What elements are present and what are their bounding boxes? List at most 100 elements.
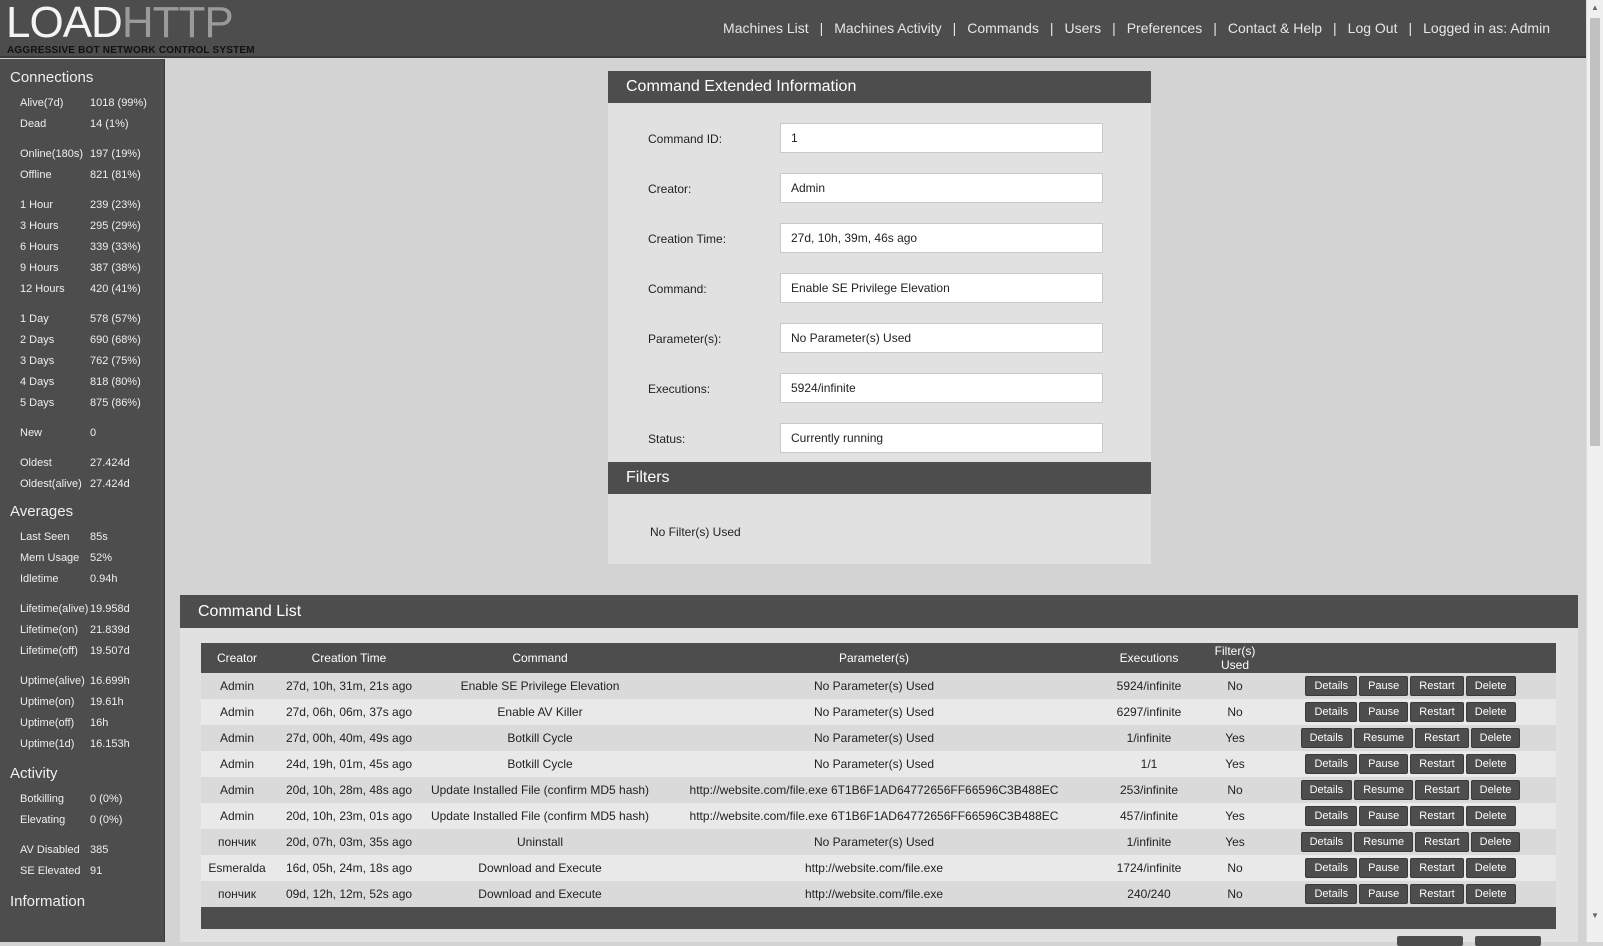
- delete-button[interactable]: Delete: [1470, 728, 1521, 748]
- details-button[interactable]: Details: [1305, 676, 1358, 696]
- cell-time: 16d, 05h, 24m, 18s ago: [273, 855, 425, 881]
- cell-creator: Admin: [201, 673, 273, 699]
- table-row: Admin 24d, 19h, 01m, 45s ago Botkill Cycle…: [201, 751, 1556, 777]
- stat-label: Lifetime(on): [20, 624, 79, 636]
- toggle-state-button[interactable]: Resume: [1354, 832, 1414, 852]
- column-header: Filter(s) Used: [1205, 643, 1265, 673]
- delete-button[interactable]: Delete: [1465, 884, 1516, 904]
- toggle-state-button[interactable]: Resume: [1354, 728, 1414, 748]
- details-button[interactable]: Details: [1305, 806, 1358, 826]
- nav-machines-activity[interactable]: Machines Activity: [834, 20, 941, 36]
- cell-creator: Admin: [201, 699, 273, 725]
- filters-panel: No Filter(s) Used: [608, 494, 1151, 564]
- restart-button[interactable]: Restart: [1410, 676, 1464, 696]
- connection-stat-row: 6 Hours 339 (33%): [20, 241, 141, 253]
- form-row: Creator:: [648, 173, 1108, 203]
- nav-commands[interactable]: Commands: [967, 20, 1039, 36]
- toggle-state-button[interactable]: Pause: [1359, 806, 1409, 826]
- delete-button[interactable]: Delete: [1465, 858, 1516, 878]
- toggle-state-button[interactable]: Pause: [1359, 676, 1409, 696]
- connection-stat-row: Oldest(alive) 27.424d: [20, 478, 130, 490]
- nav-machines-list[interactable]: Machines List: [723, 20, 809, 36]
- restart-button[interactable]: Restart: [1410, 884, 1464, 904]
- average-stat-row: Lifetime(on) 21.839d: [20, 624, 130, 636]
- cell-command: Download and Execute: [425, 881, 655, 907]
- field-label: Creator:: [648, 182, 692, 196]
- details-button[interactable]: Details: [1300, 728, 1353, 748]
- stat-label: Uptime(1d): [20, 738, 75, 750]
- delete-button[interactable]: Delete: [1465, 676, 1516, 696]
- toggle-state-button[interactable]: Pause: [1359, 754, 1409, 774]
- status-field[interactable]: [780, 423, 1103, 453]
- details-button[interactable]: Details: [1300, 832, 1353, 852]
- delete-button[interactable]: Delete: [1465, 806, 1516, 826]
- toggle-state-button[interactable]: Pause: [1359, 884, 1409, 904]
- restart-button[interactable]: Restart: [1415, 728, 1469, 748]
- activity-stat-row: Botkilling 0 (0%): [20, 793, 122, 805]
- stat-value: 16.699h: [90, 675, 130, 687]
- stat-value: 875 (86%): [90, 397, 141, 409]
- pager-button[interactable]: [1397, 936, 1463, 946]
- cell-filters: No: [1205, 855, 1265, 881]
- delete-button[interactable]: Delete: [1470, 780, 1521, 800]
- table-row: Admin 20d, 10h, 23m, 01s ago Update Instal…: [201, 803, 1556, 829]
- details-button[interactable]: Details: [1300, 780, 1353, 800]
- command-field[interactable]: [780, 273, 1103, 303]
- field-label: Executions:: [648, 382, 711, 396]
- cell-exec: 1/infinite: [1093, 725, 1205, 751]
- details-button[interactable]: Details: [1305, 754, 1358, 774]
- restart-button[interactable]: Restart: [1410, 702, 1464, 722]
- cell-params: No Parameter(s) Used: [655, 829, 1093, 855]
- restart-button[interactable]: Restart: [1410, 858, 1464, 878]
- scroll-up-arrow-icon[interactable]: ▲: [1591, 3, 1599, 12]
- stat-value: 197 (19%): [90, 148, 141, 160]
- scroll-down-arrow-icon[interactable]: ▼: [1591, 911, 1599, 920]
- nav-preferences[interactable]: Preferences: [1127, 20, 1202, 36]
- cell-command: Enable AV Killer: [425, 699, 655, 725]
- toggle-state-button[interactable]: Resume: [1354, 780, 1414, 800]
- average-stat-row: Uptime(1d) 16.153h: [20, 738, 130, 750]
- toggle-state-button[interactable]: Pause: [1359, 858, 1409, 878]
- stat-label: 6 Hours: [20, 241, 59, 253]
- cell-command: Botkill Cycle: [425, 725, 655, 751]
- row-actions: Details Resume Restart Delete: [1265, 725, 1556, 751]
- stat-label: Lifetime(alive): [20, 603, 89, 615]
- nav-log-out[interactable]: Log Out: [1348, 20, 1398, 36]
- connection-stat-row: 1 Day 578 (57%): [20, 313, 141, 325]
- toggle-state-button[interactable]: Pause: [1359, 702, 1409, 722]
- cell-exec: 457/infinite: [1093, 803, 1205, 829]
- creator-field[interactable]: [780, 173, 1103, 203]
- connection-stat-row: 1 Hour 239 (23%): [20, 199, 141, 211]
- executions-field[interactable]: [780, 373, 1103, 403]
- page-scrollbar[interactable]: ▲ ▼: [1586, 0, 1603, 942]
- details-button[interactable]: Details: [1305, 858, 1358, 878]
- stat-label: Mem Usage: [20, 552, 80, 564]
- details-button[interactable]: Details: [1305, 884, 1358, 904]
- delete-button[interactable]: Delete: [1465, 754, 1516, 774]
- cell-filters: No: [1205, 777, 1265, 803]
- restart-button[interactable]: Restart: [1415, 832, 1469, 852]
- creation-time-field[interactable]: [780, 223, 1103, 253]
- delete-button[interactable]: Delete: [1470, 832, 1521, 852]
- app-logo[interactable]: LOADHTTP AGGRESSIVE BOT NETWORK CONTROL …: [6, 0, 255, 56]
- parameters-field[interactable]: [780, 323, 1103, 353]
- stat-label: Uptime(alive): [20, 675, 85, 687]
- delete-button[interactable]: Delete: [1465, 702, 1516, 722]
- nav-contact-help[interactable]: Contact & Help: [1228, 20, 1322, 36]
- stat-value: 14 (1%): [90, 118, 129, 130]
- cell-creator: Admin: [201, 725, 273, 751]
- details-button[interactable]: Details: [1305, 702, 1358, 722]
- command-id-field[interactable]: [780, 123, 1103, 153]
- pager-button[interactable]: [1475, 936, 1541, 946]
- row-actions: Details Pause Restart Delete: [1265, 855, 1556, 881]
- scrollbar-thumb[interactable]: [1590, 18, 1600, 446]
- restart-button[interactable]: Restart: [1410, 806, 1464, 826]
- restart-button[interactable]: Restart: [1410, 754, 1464, 774]
- nav-users[interactable]: Users: [1065, 20, 1102, 36]
- stat-label: Last Seen: [20, 531, 70, 543]
- cell-time: 24d, 19h, 01m, 45s ago: [273, 751, 425, 777]
- connection-stat-row: 4 Days 818 (80%): [20, 376, 141, 388]
- cell-command: Enable SE Privilege Elevation: [425, 673, 655, 699]
- restart-button[interactable]: Restart: [1415, 780, 1469, 800]
- cell-filters: Yes: [1205, 751, 1265, 777]
